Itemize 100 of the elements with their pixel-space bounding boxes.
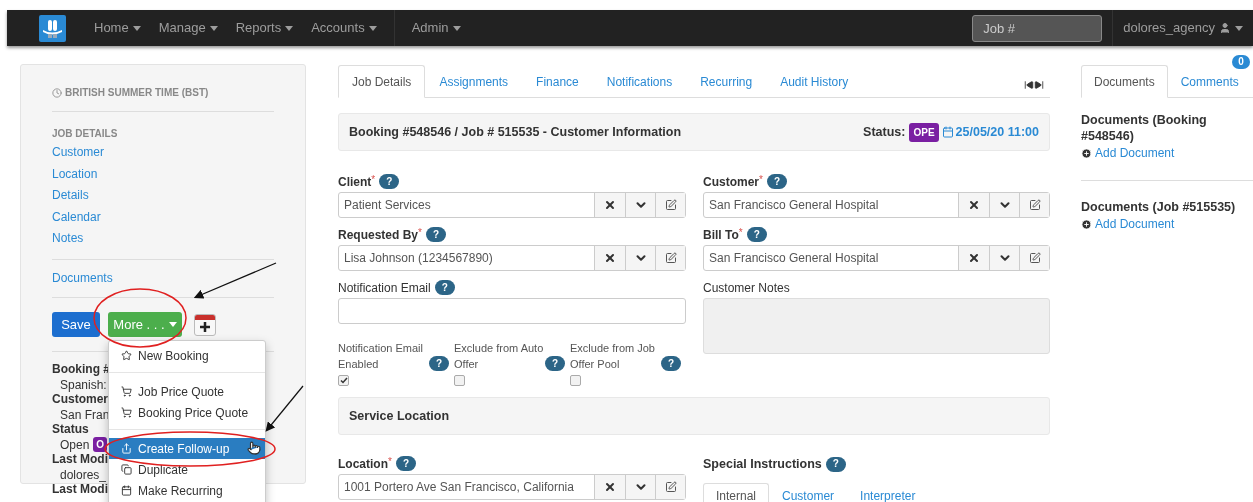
add-document-link[interactable]: Add Document (1095, 144, 1175, 162)
help-badge[interactable]: ? (429, 356, 450, 371)
copy-icon (121, 464, 132, 475)
clear-button[interactable] (958, 246, 989, 270)
tab[interactable]: Interpreter (847, 482, 929, 502)
menu-item[interactable]: Booking Price Quote (109, 402, 265, 423)
sidebar-link[interactable]: Documents (52, 270, 113, 285)
help-badge[interactable]: ? (825, 456, 846, 472)
help-badge[interactable]: ? (661, 356, 682, 371)
status-badge: OPE (909, 122, 939, 142)
dropdown-button[interactable] (989, 193, 1019, 217)
edit-icon (1028, 199, 1041, 211)
menu-item[interactable]: Duplicate (109, 459, 265, 480)
menu-item[interactable]: New Booking (109, 345, 265, 366)
dropdown-button[interactable] (625, 475, 655, 499)
save-button[interactable]: Save (52, 312, 100, 337)
nav-menu[interactable]: Admin (411, 18, 461, 38)
tab[interactable]: Audit History (766, 65, 863, 98)
field-label: Customer (703, 173, 759, 191)
close-icon (604, 199, 616, 211)
help-badge[interactable]: ? (379, 174, 400, 189)
clear-button[interactable] (594, 475, 625, 499)
field-label: Bill To (703, 226, 739, 244)
select-field[interactable]: San Francisco General Hospital (703, 192, 1050, 218)
annotation-arrow (265, 385, 304, 432)
help-badge[interactable]: ? (766, 174, 788, 189)
edit-button[interactable] (1019, 246, 1049, 270)
tab[interactable]: Job Details (338, 65, 426, 98)
nav-menu[interactable]: Manage (149, 18, 227, 38)
help-badge[interactable]: ? (545, 356, 566, 371)
help-badge[interactable]: ? (425, 227, 447, 242)
cart-icon (121, 407, 132, 418)
checkbox[interactable] (454, 375, 465, 386)
menu-item[interactable]: Make Recurring (109, 480, 265, 501)
sidebar-link[interactable]: Calendar (52, 209, 101, 224)
sidebar-link[interactable]: Customer (52, 145, 104, 159)
nav-menu[interactable]: Reports (226, 18, 303, 38)
close-icon (604, 481, 616, 493)
select-field[interactable]: Patient Services (338, 192, 686, 218)
sidebar-link[interactable]: Location (52, 166, 98, 181)
edit-button[interactable] (655, 193, 685, 217)
dropdown-button[interactable] (625, 193, 655, 217)
count-badge: 0 (1232, 55, 1250, 69)
tab[interactable]: Documents (1081, 65, 1168, 98)
add-calendar-button[interactable] (194, 313, 216, 336)
field-label: Notification Email (338, 279, 431, 297)
search-field[interactable]: Job # (972, 14, 1103, 42)
clear-button[interactable] (594, 193, 625, 217)
clear-button[interactable] (958, 193, 989, 217)
nav-menu[interactable]: Home (85, 18, 150, 38)
help-badge[interactable]: ? (395, 456, 416, 471)
checkbox[interactable] (570, 375, 581, 386)
tab[interactable]: Assignments (425, 65, 523, 98)
section-label: Special Instructions (703, 456, 822, 473)
checkbox[interactable] (338, 375, 349, 386)
edit-icon (1028, 252, 1041, 264)
user-menu[interactable]: dolores_agency (1123, 18, 1243, 38)
info-label: Customer (52, 392, 108, 406)
last-icon (1034, 80, 1044, 90)
sidebar-link[interactable]: Details (52, 188, 89, 202)
tab[interactable]: Customer (769, 482, 848, 502)
menu-item[interactable]: Create Follow-up (109, 438, 265, 459)
nav-menu[interactable]: Accounts (302, 18, 386, 38)
field-label: Requested By (338, 226, 419, 244)
help-badge[interactable]: ? (746, 227, 767, 242)
check-icon (339, 377, 348, 384)
share-icon (121, 443, 132, 454)
required-mark: * (388, 455, 392, 467)
tab[interactable]: Internal (703, 482, 770, 502)
status-badge: O (93, 437, 108, 452)
tab[interactable]: Notifications (592, 65, 687, 98)
date-link[interactable]: 25/05/20 11:00 (955, 122, 1039, 142)
field-label: Client (338, 173, 372, 191)
section-title: JOB DETAILS (52, 127, 119, 141)
sidebar-link[interactable]: Notes (52, 231, 84, 245)
calendar-icon (121, 485, 132, 496)
caret-icon (168, 322, 177, 327)
caret-icon (132, 25, 141, 31)
select-field[interactable]: San Francisco General Hospital (703, 245, 1050, 271)
dropdown-button[interactable] (625, 246, 655, 270)
help-badge[interactable]: ? (434, 280, 455, 295)
tab[interactable]: Recurring (686, 65, 767, 98)
edit-button[interactable] (655, 246, 685, 270)
caret-icon (368, 25, 377, 31)
select-field[interactable]: 1001 Portero Ave San Francisco, California (338, 474, 686, 500)
select-field[interactable]: Lisa Johnson (1234567890) (338, 245, 686, 271)
close-icon (604, 252, 616, 264)
menu-item[interactable]: Job Price Quote (109, 381, 265, 402)
logo-icon[interactable] (39, 14, 66, 42)
clear-button[interactable] (594, 246, 625, 270)
info-value: dolores_ (60, 466, 107, 484)
plus-icon (1081, 147, 1092, 159)
add-document-link[interactable]: Add Document (1095, 215, 1175, 233)
checkbox-label: Exclude from Job Offer Pool (570, 341, 656, 372)
tab[interactable]: Finance (522, 65, 593, 98)
input-field[interactable] (338, 298, 686, 324)
field-label: Location (338, 455, 388, 473)
edit-button[interactable] (655, 475, 685, 499)
edit-button[interactable] (1019, 193, 1049, 217)
dropdown-button[interactable] (989, 246, 1019, 270)
